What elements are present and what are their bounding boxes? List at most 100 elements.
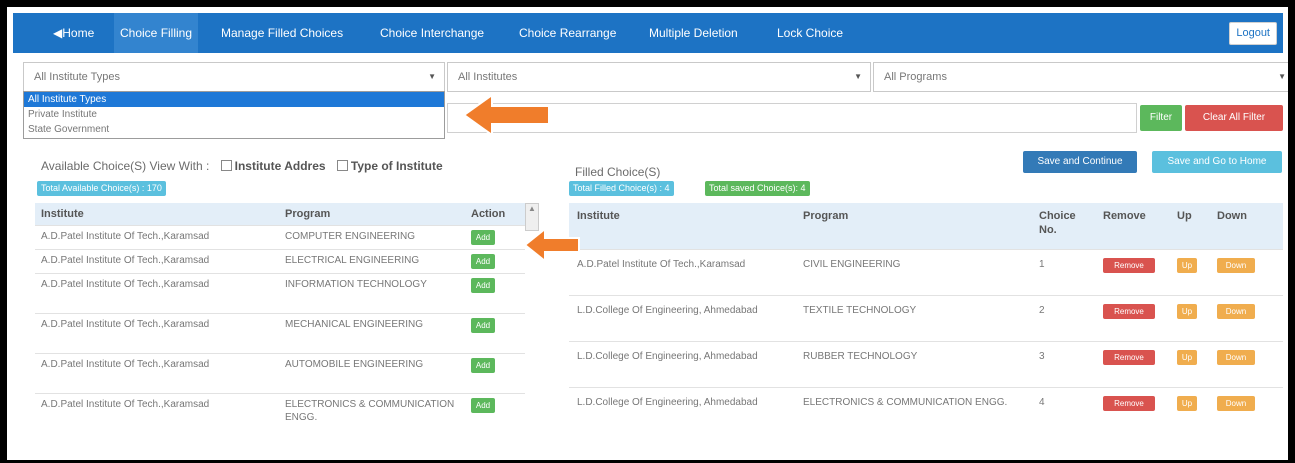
table-row: L.D.College Of Engineering, Ahmedabad RU… xyxy=(569,340,1283,387)
page-frame: ◀Home Choice Filling Manage Filled Choic… xyxy=(7,7,1288,460)
remove-cell: Remove xyxy=(1095,340,1169,387)
column-header: Down xyxy=(1209,203,1283,249)
institute-cell: A.D.Patel Institute Of Tech.,Karamsad xyxy=(35,248,279,273)
up-button[interactable]: Up xyxy=(1177,349,1197,365)
saved-count-badge: Total saved Choice(s): 4 xyxy=(705,181,810,196)
institute-cell: L.D.College Of Engineering, Ahmedabad xyxy=(569,340,795,387)
institute-type-select[interactable]: All Institute Types ▼ xyxy=(23,62,445,92)
add-button[interactable]: Add xyxy=(471,397,495,413)
down-cell: Down xyxy=(1209,248,1283,295)
top-navbar: ◀Home Choice Filling Manage Filled Choic… xyxy=(13,13,1283,53)
column-header: Choice No. xyxy=(1031,203,1095,249)
clear-all-filter-button[interactable]: Clear All Filter xyxy=(1185,105,1283,131)
program-cell: CIVIL ENGINEERING xyxy=(795,248,1031,295)
nav-choice-rearrange[interactable]: Choice Rearrange xyxy=(519,13,616,53)
nav-choice-interchange[interactable]: Choice Interchange xyxy=(380,13,484,53)
logout-button[interactable]: Logout xyxy=(1229,22,1277,45)
address-checkbox-label: Institute Addres xyxy=(234,159,326,173)
nav-lock-choice[interactable]: Lock Choice xyxy=(777,13,843,53)
choice-no-cell: 4 xyxy=(1031,386,1095,433)
table-row: A.D.Patel Institute Of Tech.,Karamsad CO… xyxy=(35,224,525,249)
table-row: L.D.College Of Engineering, Ahmedabad TE… xyxy=(569,294,1283,341)
down-cell: Down xyxy=(1209,386,1283,433)
column-header: Up xyxy=(1169,203,1209,249)
up-cell: Up xyxy=(1169,294,1209,341)
program-cell: TEXTILE TECHNOLOGY xyxy=(795,294,1031,341)
institute-select[interactable]: All Institutes ▼ xyxy=(447,62,871,92)
program-cell: COMPUTER ENGINEERING xyxy=(279,224,465,249)
table-row: A.D.Patel Institute Of Tech.,Karamsad ME… xyxy=(35,312,525,353)
institute-cell: A.D.Patel Institute Of Tech.,Karamsad xyxy=(35,272,279,313)
chevron-down-icon: ▼ xyxy=(854,72,862,81)
up-cell: Up xyxy=(1169,386,1209,433)
add-button[interactable]: Add xyxy=(471,277,495,293)
down-button[interactable]: Down xyxy=(1217,349,1255,365)
program-select[interactable]: All Programs ▼ xyxy=(873,62,1288,92)
program-cell: RUBBER TECHNOLOGY xyxy=(795,340,1031,387)
table-row: A.D.Patel Institute Of Tech.,Karamsad CI… xyxy=(569,248,1283,295)
choice-no-cell: 2 xyxy=(1031,294,1095,341)
save-and-continue-button[interactable]: Save and Continue xyxy=(1023,151,1137,173)
down-cell: Down xyxy=(1209,340,1283,387)
type-checkbox[interactable] xyxy=(336,160,348,171)
action-cell: Add xyxy=(465,224,525,249)
down-button[interactable]: Down xyxy=(1217,303,1255,319)
add-button[interactable]: Add xyxy=(471,317,495,333)
table-row: A.D.Patel Institute Of Tech.,Karamsad EL… xyxy=(35,392,525,433)
table-row: A.D.Patel Institute Of Tech.,Karamsad EL… xyxy=(35,248,525,273)
program-cell: ELECTRONICS & COMMUNICATION ENGG. xyxy=(279,392,465,433)
program-cell: ELECTRONICS & COMMUNICATION ENGG. xyxy=(795,386,1031,433)
nav-home[interactable]: ◀Home xyxy=(53,13,94,53)
table-header-row: Institute Program Action xyxy=(35,203,525,225)
up-cell: Up xyxy=(1169,248,1209,295)
remove-button[interactable]: Remove xyxy=(1103,303,1155,319)
down-button[interactable]: Down xyxy=(1217,257,1255,273)
dropdown-option[interactable]: State Government xyxy=(24,122,444,137)
add-button[interactable]: Add xyxy=(471,229,495,245)
down-cell: Down xyxy=(1209,294,1283,341)
institute-cell: A.D.Patel Institute Of Tech.,Karamsad xyxy=(569,248,795,295)
annotation-arrow-icon xyxy=(523,226,580,264)
column-header: Institute xyxy=(35,203,279,225)
up-cell: Up xyxy=(1169,340,1209,387)
action-cell: Add xyxy=(465,352,525,393)
institute-cell: L.D.College Of Engineering, Ahmedabad xyxy=(569,386,795,433)
dropdown-option[interactable]: All Institute Types xyxy=(24,92,444,107)
column-header: Institute xyxy=(569,203,795,249)
program-value: All Programs xyxy=(884,71,947,83)
add-button[interactable]: Add xyxy=(471,253,495,269)
column-header: Action xyxy=(465,203,525,225)
up-button[interactable]: Up xyxy=(1177,257,1197,273)
column-header: Program xyxy=(795,203,1031,249)
up-button[interactable]: Up xyxy=(1177,395,1197,411)
type-checkbox-label: Type of Institute xyxy=(350,159,443,173)
dropdown-option[interactable]: Private Institute xyxy=(24,107,444,122)
table-row: A.D.Patel Institute Of Tech.,Karamsad AU… xyxy=(35,352,525,393)
remove-button[interactable]: Remove xyxy=(1103,349,1155,365)
up-button[interactable]: Up xyxy=(1177,303,1197,319)
available-choices-table: Institute Program Action A.D.Patel Insti… xyxy=(35,203,525,433)
institute-type-value: All Institute Types xyxy=(34,71,121,83)
available-choices-title: Available Choice(S) View With : Institut… xyxy=(41,159,443,173)
program-cell: MECHANICAL ENGINEERING xyxy=(279,312,465,353)
remove-button[interactable]: Remove xyxy=(1103,395,1155,411)
add-button[interactable]: Add xyxy=(471,357,495,373)
institute-type-dropdown: All Institute Types Private Institute St… xyxy=(23,91,445,139)
chevron-down-icon: ▼ xyxy=(1278,72,1286,81)
choice-no-cell: 1 xyxy=(1031,248,1095,295)
address-checkbox[interactable] xyxy=(220,160,232,171)
nav-multiple-deletion[interactable]: Multiple Deletion xyxy=(649,13,738,53)
column-header: Remove xyxy=(1095,203,1169,249)
filled-choices-title: Filled Choice(S) xyxy=(575,165,661,179)
nav-manage-filled-choices[interactable]: Manage Filled Choices xyxy=(221,13,343,53)
choice-no-cell: 3 xyxy=(1031,340,1095,387)
chevron-down-icon: ▼ xyxy=(428,72,436,81)
remove-button[interactable]: Remove xyxy=(1103,257,1155,273)
down-button[interactable]: Down xyxy=(1217,395,1255,411)
institute-value: All Institutes xyxy=(458,71,518,83)
nav-choice-filling[interactable]: Choice Filling xyxy=(114,13,199,53)
institute-cell: A.D.Patel Institute Of Tech.,Karamsad xyxy=(35,312,279,353)
filter-button[interactable]: Filter xyxy=(1140,105,1182,131)
remove-cell: Remove xyxy=(1095,294,1169,341)
save-and-proceed-button[interactable]: Save and Go to Home xyxy=(1152,151,1282,173)
